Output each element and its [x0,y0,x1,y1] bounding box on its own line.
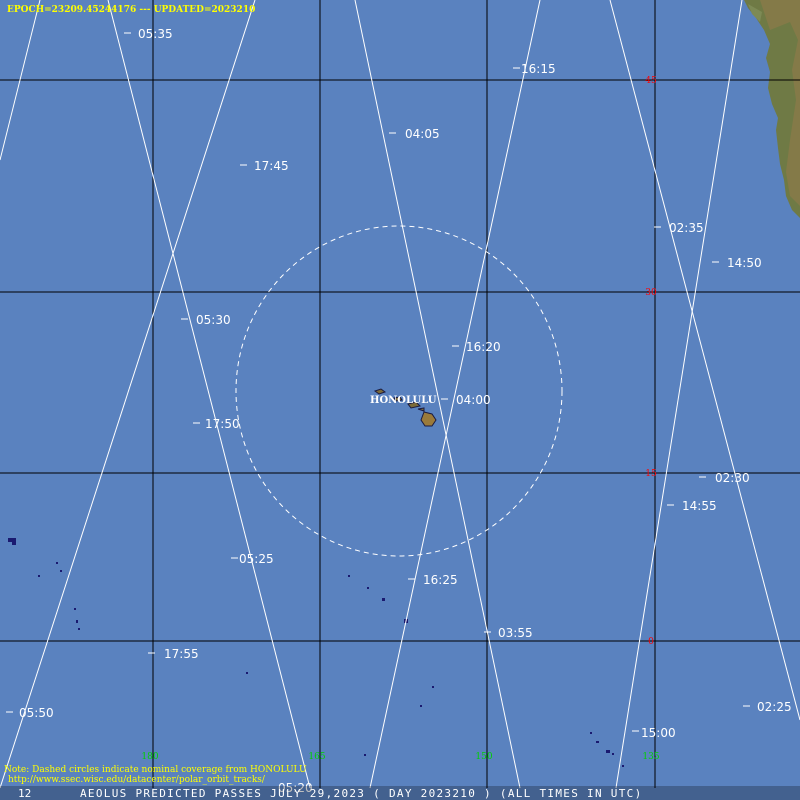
pass-time: 03:55 [498,626,533,640]
pass-time: 02:30 [715,471,750,485]
pass-time: 14:50 [727,256,762,270]
pass-time: 02:25 [757,700,792,714]
pass-time: 16:15 [521,62,556,76]
pass-time: 05:25 [239,552,274,566]
epoch-text: EPOCH=23209.45244176 --- UPDATED=2023210 [7,5,255,15]
lon-label-180: 180 [141,752,158,762]
pass-time: 05:35 [138,27,173,41]
pass-time: 04:00 [456,393,491,407]
pass-time: 02:35 [669,221,704,235]
lon-label-165: 165 [308,752,325,762]
lat-label-15: 15 [645,469,657,479]
pass-time: 17:55 [164,647,199,661]
pass-time: 17:45 [254,159,289,173]
footer-title: AEOLUS PREDICTED PASSES JULY 29,2023 ( D… [80,787,643,800]
lat-label-45: 45 [645,76,657,86]
page-number: 12 [18,787,31,800]
coverage-note: Note: Dashed circles indicate nominal co… [4,765,307,775]
polar-orbit-map: 45 30 15 0 180 165 150 135 05:35 16:15 0… [0,0,800,800]
station-label: HONOLULU [370,395,437,406]
pass-time: 05:50 [19,706,54,720]
pass-time: 16:25 [423,573,458,587]
lon-label-135: 135 [642,752,659,762]
pass-time: 04:05 [405,127,440,141]
pass-time: 16:20 [466,340,501,354]
pass-time: 14:55 [682,499,717,513]
lat-label-30: 30 [645,288,657,298]
pass-time: 15:00 [641,726,676,740]
source-url: http://www.ssec.wisc.edu/datacenter/pola… [8,775,266,785]
map-canvas: 45 30 15 0 180 165 150 135 05:35 16:15 0… [0,0,800,800]
pass-time: 05:30 [196,313,231,327]
lat-label-0: 0 [648,637,654,647]
pass-time: 17:50 [205,417,240,431]
lon-label-150: 150 [475,752,492,762]
